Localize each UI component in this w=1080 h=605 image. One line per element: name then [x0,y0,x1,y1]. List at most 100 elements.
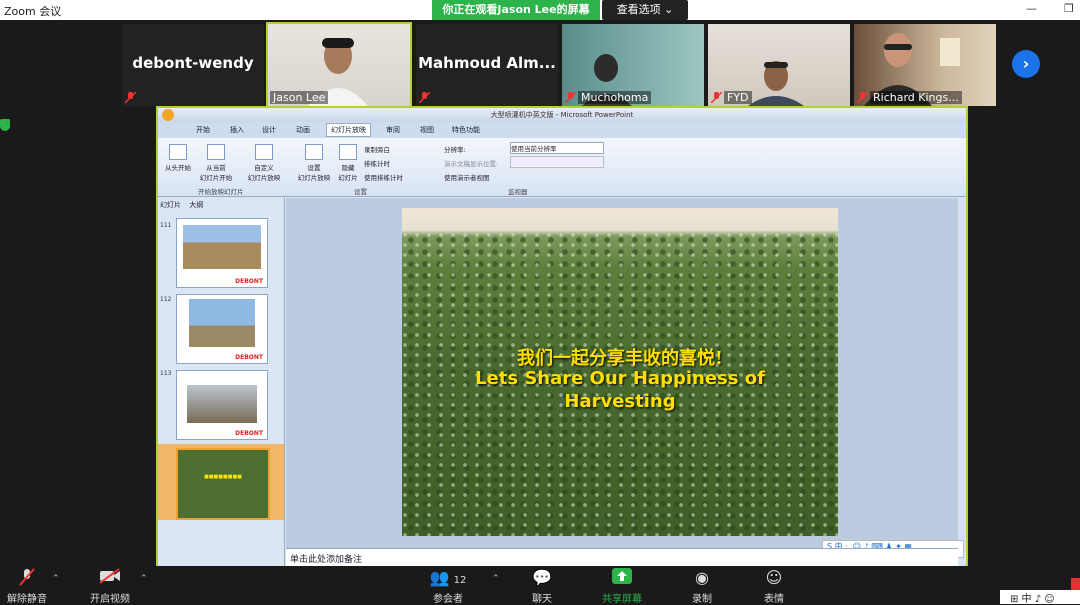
from-start-button[interactable]: 从头开始 [162,144,194,172]
participant-name: FYD [724,91,752,104]
participants-button[interactable]: 👥 12 参会者 [426,568,470,605]
slide-thumbnail[interactable]: DEBONT [176,218,268,288]
muted-mic-icon [419,92,430,103]
minimize-button[interactable]: — [1026,2,1037,15]
group-label: 设置 [354,188,367,196]
share-screen-icon [596,568,648,588]
thumbnail-image [183,225,261,269]
slide-text-line3: Harvesting [564,391,676,412]
slide-number: 111 [160,222,172,229]
viewing-banner: 你正在观看Jason Lee的屏幕 [432,0,600,20]
slideshow-icon [169,144,187,160]
start-video-button[interactable]: 开启视频 [84,568,136,605]
video-options-caret[interactable]: ⌃ [140,574,148,584]
brand-logo: DEBONT [235,278,263,285]
security-shield-icon [0,119,10,131]
ribbon-tabs: 开始 插入 设计 动画 幻灯片放映 审阅 视图 特色功能 [158,122,966,138]
window-title: Zoom 会议 [4,5,62,18]
audio-options-caret[interactable]: ⌃ [52,574,60,584]
slide-thumbnail[interactable]: DEBONT [176,294,268,364]
vertical-scrollbar[interactable] [958,198,966,548]
slideshow-icon [207,144,225,160]
muted-mic-icon [857,92,868,103]
group-label: 开始放映幻灯片 [198,188,244,196]
next-page-button[interactable]: › [1012,50,1040,78]
muted-mic-icon [711,92,722,103]
muted-mic-icon [4,568,50,588]
slideshow-icon [255,144,273,160]
tab-design[interactable]: 设计 [262,125,276,135]
chat-icon: 💬 [532,568,552,587]
restore-button[interactable]: ❐ [1064,2,1074,15]
brand-logo: DEBONT [235,354,263,361]
ribbon: 从头开始 从当前 幻灯片开始 自定义 幻灯片放映 开始放映幻灯片 设置 幻灯片放… [158,138,966,197]
presenter-view-checkbox[interactable]: 使用演示者视图 [444,172,490,182]
tab-review[interactable]: 审阅 [386,125,400,135]
tab-slides[interactable]: 幻灯片 [160,201,181,209]
view-options-button[interactable]: 查看选项 ⌄ [602,0,688,20]
tab-view[interactable]: 视图 [420,125,434,135]
participant-tile[interactable]: Jason Lee [266,22,412,108]
system-tray: ⊞ 中 ♪ ☺ [1000,590,1080,605]
office-button-icon[interactable] [162,109,174,121]
smiley-icon: ☺ [765,568,783,587]
participants-icon: 👥 12 [429,568,467,587]
brand-logo: DEBONT [235,430,263,437]
tab-animation[interactable]: 动画 [296,125,310,135]
tab-features[interactable]: 特色功能 [452,125,480,135]
meeting-area: debont-wendy Jason Lee Mahmoud Alm... Mu… [0,20,1080,568]
title-bar: Zoom 会议 你正在观看Jason Lee的屏幕 查看选项 ⌄ — ❐ [0,0,1080,20]
participant-tile[interactable]: FYD [708,24,850,106]
setup-icon [305,144,323,160]
setup-show-button[interactable]: 设置 幻灯片放映 [294,144,334,182]
hide-slide-icon [339,144,357,160]
record-icon: ◉ [695,568,709,587]
rehearse-timing-button[interactable]: 排练计时 [364,158,390,168]
participants-options-caret[interactable]: ⌃ [492,574,500,584]
share-screen-button[interactable]: 共享屏幕 [596,568,648,605]
from-current-button[interactable]: 从当前 幻灯片开始 [196,144,236,182]
participant-tile[interactable]: Muchohoma [562,24,704,106]
video-off-icon [84,568,136,588]
current-slide[interactable]: 我们一起分享丰收的喜悦! Lets Share Our Happiness of… [402,208,838,536]
resolution-select[interactable]: 使用当前分辨率 [510,142,604,154]
participant-name: Richard Kings... [870,91,962,104]
participant-tile[interactable]: Mahmoud Alm... [416,24,558,106]
slide-number: 112 [160,296,172,303]
tab-insert[interactable]: 插入 [230,125,244,135]
tab-slideshow[interactable]: 幻灯片放映 [326,123,371,137]
slide-text-chinese: 我们一起分享丰收的喜悦! [517,348,723,369]
notes-placeholder: 单击此处添加备注 [290,555,363,565]
participant-tile[interactable]: Richard Kings... [854,24,996,106]
participant-name: Muchohoma [578,91,652,104]
pane-tabs: 幻灯片 大纲 [160,200,203,210]
meeting-toolbar: 解除静音 ⌃ 开启视频 ⌃ 👥 12 参会者 ⌃ 💬 聊天 共享屏幕 ◉ 录制 ☺… [0,566,1080,605]
participant-name: debont-wendy [132,54,254,72]
slide-thumbnail[interactable]: DEBONT [176,370,268,440]
record-narration-button[interactable]: 录制旁白 [364,144,390,154]
record-button[interactable]: ◉ 录制 [684,568,720,605]
hide-slide-button[interactable]: 隐藏 幻灯片 [336,144,360,182]
tab-home[interactable]: 开始 [196,125,210,135]
reactions-button[interactable]: ☺ 表情 [756,568,792,605]
thumbnail-image [189,299,255,347]
notes-pane[interactable]: 单击此处添加备注 [286,548,958,566]
participant-tile[interactable]: debont-wendy [122,24,264,106]
use-timing-checkbox[interactable]: 使用排练计时 [364,172,403,182]
chat-button[interactable]: 💬 聊天 [524,568,560,605]
unmute-button[interactable]: 解除静音 [4,568,50,605]
show-on-label: 演示文稿显示位置: [444,160,499,168]
custom-show-button[interactable]: 自定义 幻灯片放映 [242,144,286,182]
slide-thumbnail-pane: 幻灯片 大纲 111 DEBONT 112 DEBONT 113 DEBONT … [158,198,285,566]
group-label: 监视器 [508,188,528,196]
slide-number: 113 [160,370,172,377]
slide-thumbnail-selected[interactable]: ■■■■■■■■ [176,448,270,520]
thumbnail-text: ■■■■■■■■ [204,474,242,480]
slide-canvas: 我们一起分享丰收的喜悦! Lets Share Our Happiness of… [286,198,958,548]
muted-mic-icon [565,92,576,103]
ppt-window-title: 大型喷灌机中英文版 - Microsoft PowerPoint [490,111,634,119]
tab-outline[interactable]: 大纲 [189,201,203,209]
shared-screen: 大型喷灌机中英文版 - Microsoft PowerPoint 开始 插入 设… [156,106,968,568]
show-on-select[interactable] [510,156,604,168]
participant-name: Jason Lee [270,91,329,104]
